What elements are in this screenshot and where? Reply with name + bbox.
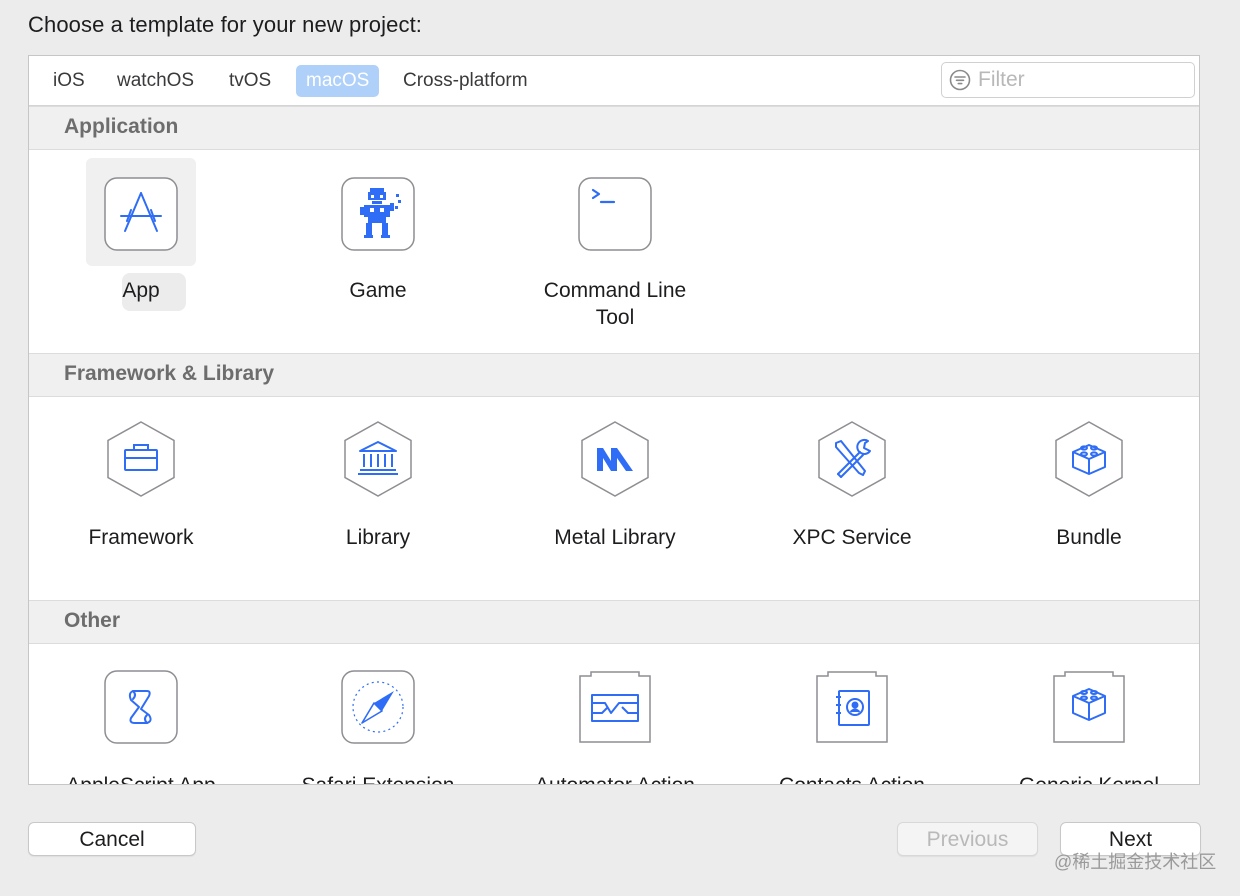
compass-icon [340, 669, 416, 745]
template-library[interactable]: Library [278, 421, 478, 561]
template-label: XPC Service [792, 526, 912, 549]
template-label: Game [349, 279, 407, 302]
cancel-button[interactable]: Cancel [28, 822, 196, 856]
template-label: Safari Extension [278, 772, 478, 784]
template-metal-library[interactable]: Metal Library [515, 421, 715, 561]
template-game[interactable]: Game [278, 176, 478, 316]
section-header-other: Other [29, 600, 1199, 644]
template-label: Library [345, 526, 411, 549]
section-header-application: Application [29, 106, 1199, 150]
app-store-icon [103, 176, 179, 252]
terminal-icon [577, 176, 653, 252]
tab-ios[interactable]: iOS [43, 65, 95, 97]
tab-tvos[interactable]: tvOS [219, 65, 281, 97]
automator-icon [577, 669, 653, 745]
lego-block-icon [1051, 421, 1127, 497]
template-label: Bundle [1056, 526, 1122, 549]
watermark-text: @稀土掘金技术社区 [1054, 852, 1217, 872]
template-label-line2: Tool [595, 306, 635, 329]
template-xpc-service[interactable]: XPC Service [752, 421, 952, 561]
metal-icon [577, 421, 653, 497]
section-title-application: Application [64, 115, 179, 138]
tab-watchos[interactable]: watchOS [107, 65, 204, 97]
template-command-line-tool[interactable]: Command Line Tool [515, 176, 715, 336]
tab-cross-platform[interactable]: Cross-platform [393, 65, 538, 97]
kernel-block-icon [1051, 669, 1127, 745]
dialog-heading: Choose a template for your new project: [28, 12, 422, 37]
section-header-framework-library: Framework & Library [29, 353, 1199, 397]
template-label: Automator Action [515, 772, 715, 784]
section-title-other: Other [64, 609, 121, 632]
tab-macos[interactable]: macOS [296, 65, 380, 97]
filter-field[interactable] [941, 62, 1195, 98]
template-label: Contacts Action [752, 772, 952, 784]
template-label: Framework [88, 526, 194, 549]
template-label-line1: Command Line [543, 279, 687, 302]
filter-input[interactable] [978, 66, 1183, 94]
platform-tab-bar: iOS watchOS tvOS macOS Cross-platform [29, 56, 1199, 106]
template-safari-extension[interactable]: Safari Extension [278, 669, 478, 784]
template-label: App [122, 279, 160, 302]
tools-icon [814, 421, 890, 497]
template-app[interactable]: App [41, 158, 241, 316]
template-panel: iOS watchOS tvOS macOS Cross-platform Ap… [28, 55, 1200, 785]
template-generic-kernel[interactable]: Generic Kernel [989, 669, 1189, 784]
toolbox-icon [103, 421, 179, 497]
template-label: Metal Library [554, 526, 676, 549]
game-character-icon [340, 176, 416, 252]
template-automator-action[interactable]: Automator Action [515, 669, 715, 784]
template-bundle[interactable]: Bundle [989, 421, 1189, 561]
previous-button[interactable]: Previous [897, 822, 1038, 856]
contacts-icon [814, 669, 890, 745]
template-label: AppleScript App [41, 772, 241, 784]
script-icon [103, 669, 179, 745]
section-title-framework-library: Framework & Library [64, 362, 275, 385]
filter-icon [949, 69, 971, 91]
template-label: Generic Kernel [989, 772, 1189, 784]
library-building-icon [340, 421, 416, 497]
template-framework[interactable]: Framework [41, 421, 241, 561]
template-contacts-action[interactable]: Contacts Action [752, 669, 952, 784]
template-applescript-app[interactable]: AppleScript App [41, 669, 241, 784]
